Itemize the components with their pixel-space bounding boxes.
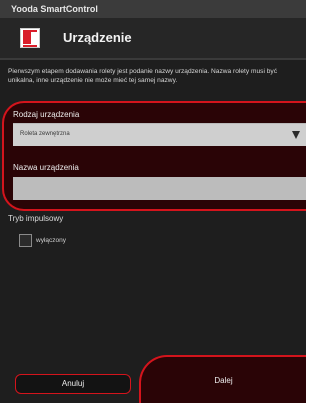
impulse-mode-checkbox[interactable] (19, 234, 32, 247)
icon-stripe (23, 45, 37, 47)
next-button[interactable]: Dalej (139, 355, 306, 403)
impulse-mode-label: Tryb impulsowy (8, 214, 64, 223)
device-name-label: Nazwa urządzenia (13, 163, 79, 172)
impulse-checkbox-label: wyłączony (36, 237, 66, 244)
bottom-action-bar: Anuluj Dalej (0, 355, 306, 403)
app-title: Yooda SmartControl (11, 4, 98, 14)
device-type-value: Roleta zewnętrzna (20, 131, 70, 137)
app-title-bar: Yooda SmartControl (0, 0, 306, 18)
device-type-select[interactable]: Roleta zewnętrzna (13, 123, 306, 146)
device-name-input[interactable] (13, 177, 306, 200)
device-type-label: Rodzaj urządzenia (13, 110, 80, 119)
header-divider (0, 58, 306, 60)
app-screen: Yooda SmartControl Urządzenie Pierwszym … (0, 0, 306, 403)
icon-panel (23, 32, 31, 44)
cancel-button[interactable]: Anuluj (15, 374, 131, 394)
page-title: Urządzenie (63, 30, 132, 45)
roller-blind-device-icon (20, 28, 40, 48)
dropdown-arrow-icon (292, 131, 300, 139)
instruction-text: Pierwszym etapem dodawania rolety jest p… (8, 68, 278, 84)
page-header: Urządzenie (0, 18, 306, 58)
